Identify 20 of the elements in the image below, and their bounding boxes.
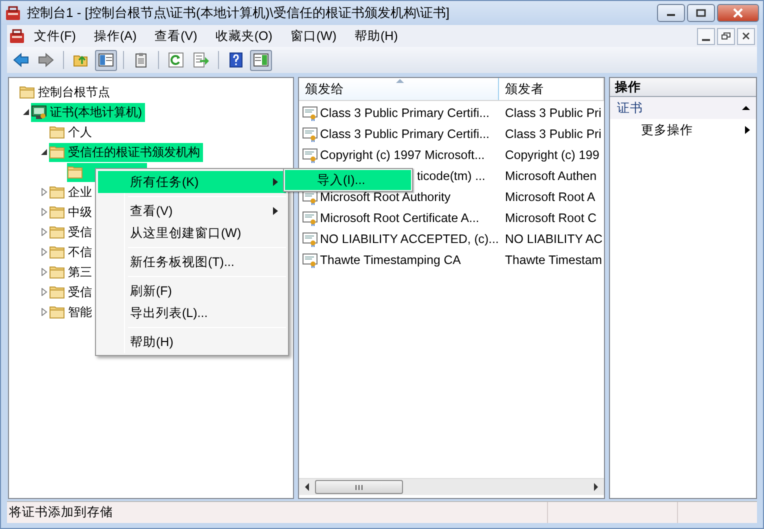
table-cell: ticode(tm) ... — [417, 168, 486, 182]
table-cell-text: Copyright (c) 199 — [504, 148, 600, 162]
window-title: 控制台1 - [控制台根节点\证书(本地计算机)\受信任的根证书颁发机构\证书] — [27, 4, 450, 22]
table-cell-text: Microsoft Authen — [504, 168, 598, 182]
table-cell: Microsoft Root Certificate A... — [320, 210, 480, 224]
table-cell: NO LIABILITY ACCEPTED, (c)... — [320, 232, 499, 246]
group-label: 证书 — [617, 100, 643, 116]
table-cell-text: Microsoft Root C — [504, 210, 598, 224]
table-cell: Microsoft Root Authority — [320, 190, 451, 204]
table-cell-text: NO LIABILITY AC — [504, 232, 604, 246]
pane-title: 操作 — [610, 78, 756, 97]
table-cell: Thawte Timestamping CA — [320, 252, 461, 266]
table-cell: Class 3 Public Primary Certifi... — [320, 106, 490, 120]
table-cell: Copyright (c) 1997 Microsoft... — [320, 148, 485, 162]
status-text: 将证书添加到存储 — [8, 504, 114, 521]
table-cell-text: Class 3 Public Pri — [504, 126, 602, 140]
table-cell-text: Microsoft Root A — [504, 190, 596, 204]
table-cell-text: Class 3 Public Pri — [504, 106, 602, 120]
table-cell-text: Thawte Timestam — [504, 252, 604, 266]
table-cell: Class 3 Public Primary Certifi... — [320, 126, 490, 140]
